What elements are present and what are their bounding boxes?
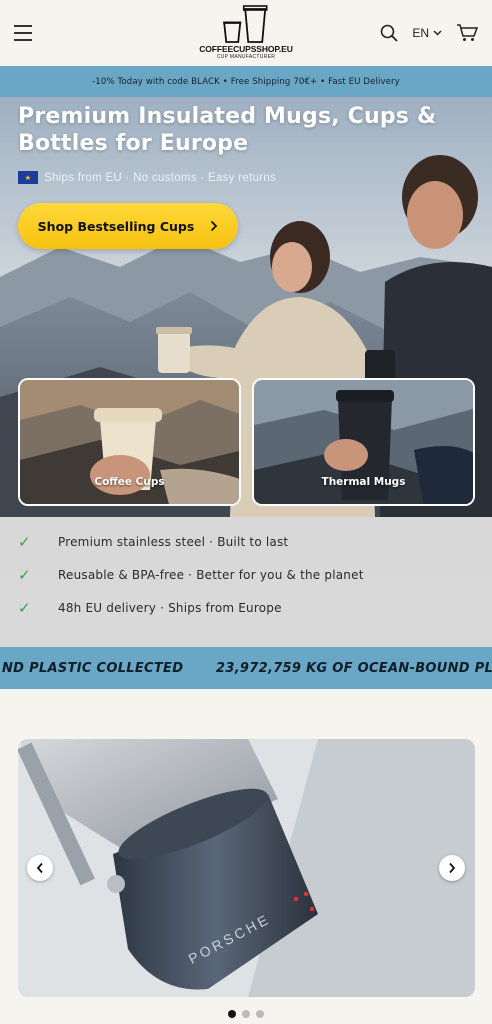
language-selector[interactable]: EN [412,26,442,40]
search-icon[interactable] [380,24,398,42]
slider-dots [0,1010,492,1018]
shop-bestselling-button[interactable]: Shop Bestselling Cups [18,203,238,249]
check-icon: ✓ [18,598,31,617]
laser-engraving-image: PORSCHE [18,739,475,997]
cta-label: Shop Bestselling Cups [37,218,195,234]
feature-list: ✓ Premium stainless steel · Built to las… [18,525,364,624]
language-label: EN [412,26,429,40]
marquee-segment: ND PLASTIC COLLECTED [2,660,184,676]
chevron-down-icon [433,30,442,36]
feature-text: 48h EU delivery · Ships from Europe [58,600,282,615]
announcement-bar[interactable]: -10% Today with code BLACK • Free Shippi… [0,66,492,97]
cart-icon[interactable] [456,24,478,42]
menu-icon[interactable] [14,25,32,41]
chevron-left-icon [36,862,43,874]
hero-section: Premium Insulated Mugs, Cups & Bottles f… [0,97,492,647]
hero-title: Premium Insulated Mugs, Cups & Bottles f… [18,104,437,156]
slider-dot[interactable] [242,1010,250,1018]
brand-tagline: CUP MANUFACTURER [216,54,276,60]
slider-prev-button[interactable] [27,855,53,881]
eu-flag-icon: ★ [18,171,38,184]
cups-logo-icon [223,5,268,43]
slider-dot[interactable] [228,1010,236,1018]
feature-text: Premium stainless steel · Built to last [58,534,289,549]
check-icon: ✓ [18,565,31,584]
slider-dot[interactable] [256,1010,264,1018]
chevron-right-icon [449,862,456,874]
site-logo[interactable]: COFFEECUPSSHOP.EU CUP MANUFACTURER [199,5,293,60]
chevron-right-icon [211,220,218,232]
brand-name: COFFEECUPSSHOP.EU [199,44,293,54]
category-card-thermal-mugs[interactable]: Thermal Mugs [252,378,475,506]
stats-marquee: ND PLASTIC COLLECTED 23,972,759 KG OF OC… [0,647,492,689]
feature-item: ✓ Reusable & BPA-free · Better for you &… [18,558,364,591]
product-slider[interactable]: PORSCHE [18,739,475,997]
feature-text: Reusable & BPA-free · Better for you & t… [58,567,364,582]
site-header: COFFEECUPSSHOP.EU CUP MANUFACTURER EN [0,0,492,66]
category-label: Thermal Mugs [321,476,406,488]
category-card-coffee-cups[interactable]: Coffee Cups [18,378,241,506]
feature-item: ✓ 48h EU delivery · Ships from Europe [18,591,364,624]
hero-subtitle-text: Ships from EU · No customs · Easy return… [44,171,277,184]
marquee-segment: 23,972,759 KG OF OCEAN-BOUND PLASTI [216,660,492,676]
slider-next-button[interactable] [439,855,465,881]
feature-item: ✓ Premium stainless steel · Built to las… [18,525,364,558]
category-label: Coffee Cups [94,476,165,488]
hero-subtitle: ★ Ships from EU · No customs · Easy retu… [18,171,276,184]
check-icon: ✓ [18,532,31,551]
